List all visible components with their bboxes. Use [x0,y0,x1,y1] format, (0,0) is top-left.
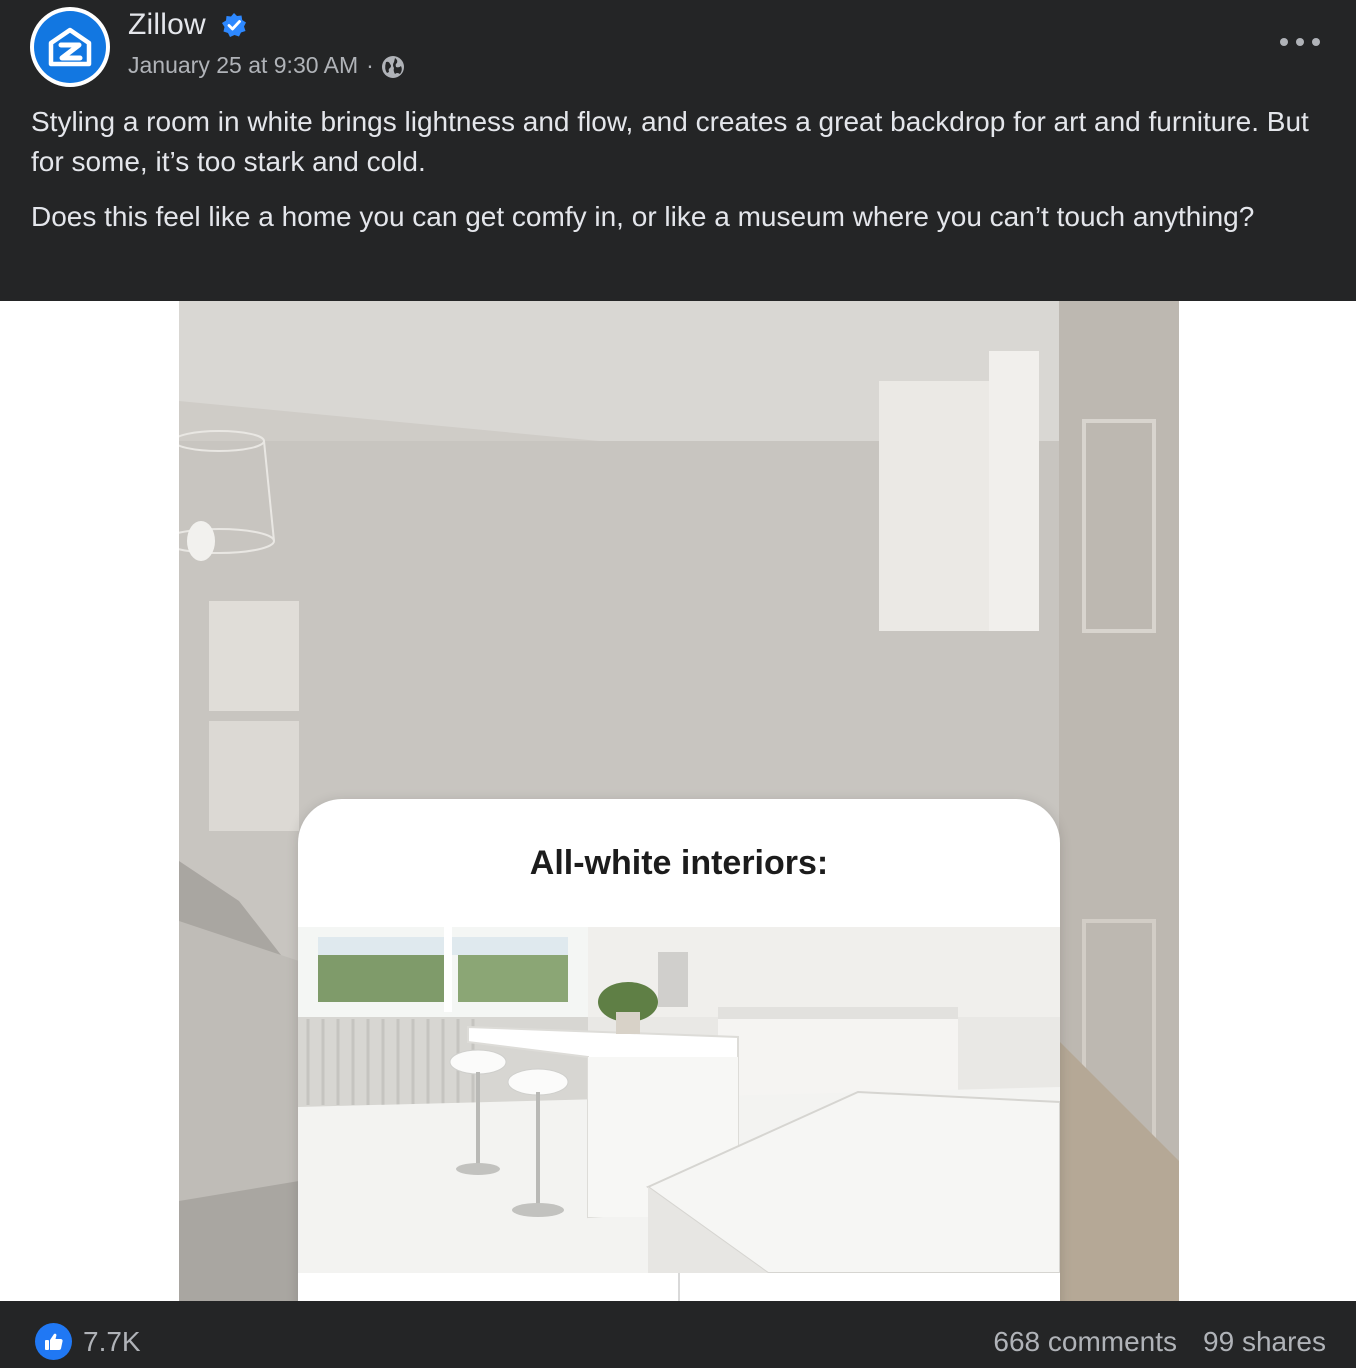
poll-sticker: All-white interiors: [298,799,1060,1368]
kitchen-photo [298,927,1060,1273]
more-horizontal-icon [1312,38,1320,46]
meta-separator: · [366,51,374,78]
reaction-count[interactable]: 7.7K [83,1326,141,1358]
post-footer: 7.7K 668 comments 99 shares [0,1301,1356,1368]
post-stats: 668 comments 99 shares [993,1326,1326,1358]
thumbs-up-icon[interactable] [35,1323,72,1360]
caption-paragraph: Styling a room in white brings lightness… [31,106,1309,177]
zillow-logo-icon [34,11,106,83]
post-media[interactable]: All-white interiors: [0,301,1356,1368]
more-horizontal-icon [1296,38,1304,46]
share-count[interactable]: 99 shares [1203,1326,1326,1358]
caption-paragraph: Does this feel like a home you can get c… [31,201,1255,232]
page-name[interactable]: Zillow [128,8,206,42]
post-meta: January 25 at 9:30 AM · [128,50,406,80]
post-header: Zillow January 25 at 9:30 AM · [0,0,1356,100]
post-caption: Styling a room in white brings lightness… [31,102,1321,237]
post-timestamp[interactable]: January 25 at 9:30 AM [128,52,358,79]
globe-icon[interactable] [380,54,406,80]
verified-badge-icon [222,13,246,37]
facebook-post: Zillow January 25 at 9:30 AM · Styling a… [0,0,1356,1368]
more-options-button[interactable] [1280,30,1320,54]
poll-question: All-white interiors: [529,843,829,882]
more-horizontal-icon [1280,38,1288,46]
page-avatar[interactable] [30,7,110,87]
comment-count[interactable]: 668 comments [993,1326,1177,1358]
